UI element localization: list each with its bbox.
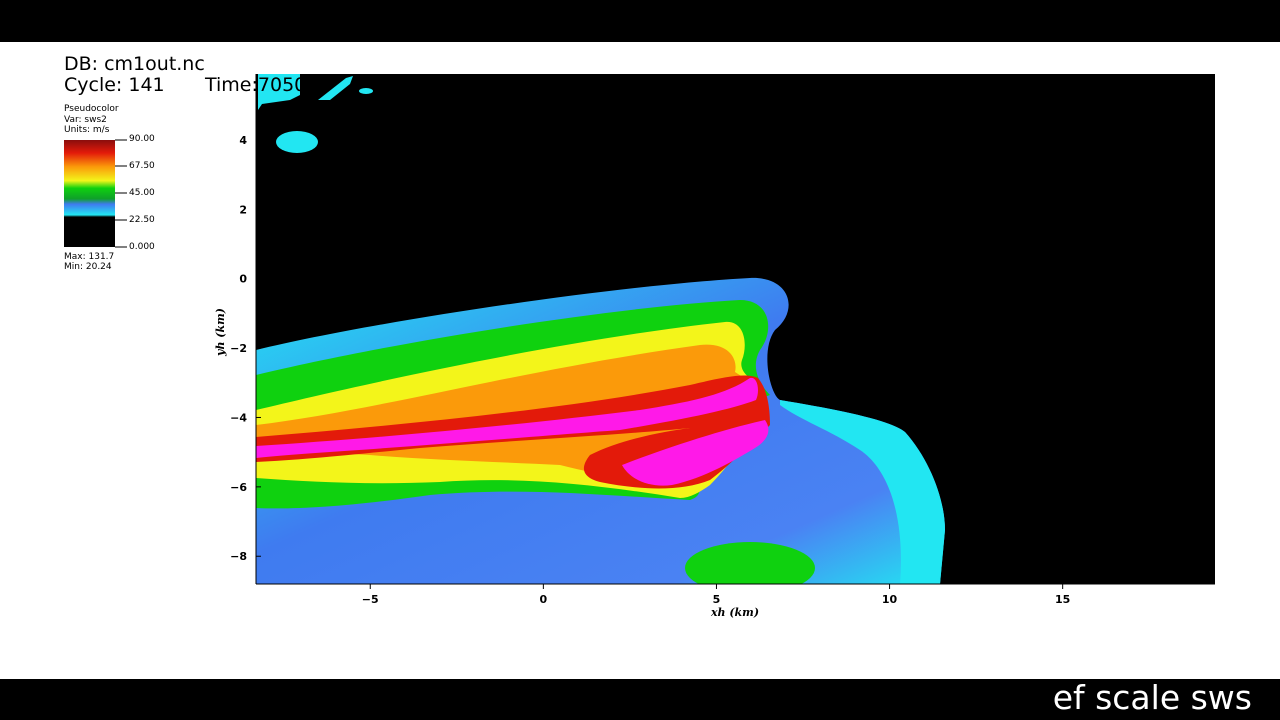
y-tick-label: −8 — [230, 550, 247, 563]
x-ticks: −5 0 5 10 15 — [362, 584, 1070, 606]
y-tick-label: −4 — [230, 411, 247, 424]
y-tick-label: 4 — [239, 134, 247, 147]
x-axis-label: xh (km) — [710, 606, 759, 619]
y-axis: −8 −6 −4 −2 0 2 4 yh (km) — [214, 74, 261, 584]
x-tick-label: 15 — [1055, 593, 1070, 606]
x-tick-label: −5 — [362, 593, 379, 606]
y-axis-label: yh (km) — [214, 308, 227, 357]
y-tick-label: −6 — [230, 481, 247, 494]
time-label: Time:7050 — [205, 74, 307, 96]
x-tick-label: 10 — [882, 593, 898, 606]
heatmap-plot: −8 −6 −4 −2 0 2 4 yh (km) −5 0 5 10 15 xh (km) — [214, 74, 1215, 619]
y-tick-label: −2 — [230, 342, 247, 355]
x-tick-label: 5 — [713, 593, 721, 606]
y-tick-label: 2 — [239, 203, 247, 216]
x-axis: −5 0 5 10 15 xh (km) — [256, 583, 1215, 619]
y-tick-label: 0 — [239, 273, 247, 286]
cyan-blob-dot — [359, 88, 373, 94]
video-caption: ef scale sws — [1052, 678, 1252, 717]
cyan-blob-mid — [276, 131, 318, 153]
green-blob-bottom — [685, 542, 815, 584]
x-tick-label: 0 — [540, 593, 548, 606]
